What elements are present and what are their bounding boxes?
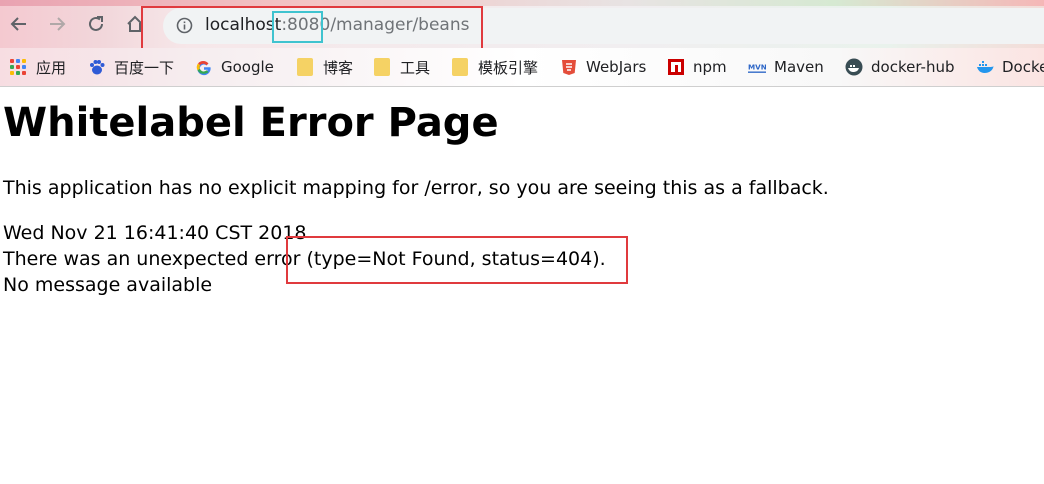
maven-icon: MVN bbox=[748, 63, 766, 73]
bookmark-label: 工具 bbox=[400, 58, 431, 77]
webjars-icon bbox=[562, 60, 576, 75]
folder-icon bbox=[452, 58, 468, 76]
bookmark-webjars[interactable]: WebJars bbox=[560, 57, 646, 77]
bookmark-folder-templates[interactable]: 模板引擎 bbox=[452, 57, 538, 77]
port-highlight-box bbox=[272, 11, 323, 43]
bookmark-label: Google bbox=[221, 58, 274, 76]
bookmark-docker-hub[interactable]: docker-hub bbox=[845, 57, 954, 77]
reload-icon bbox=[89, 16, 103, 31]
bookmark-folder-tools[interactable]: 工具 bbox=[374, 57, 430, 77]
bookmarks-bar: 应用 百度一下 Google 博客 工具 模板引擎 WebJars npm MV… bbox=[0, 48, 1044, 87]
bookmark-npm[interactable]: npm bbox=[667, 57, 727, 77]
bookmark-label: Maven bbox=[774, 58, 824, 76]
status-highlight-box bbox=[286, 236, 628, 284]
bookmark-label: 博客 bbox=[323, 58, 354, 77]
back-button[interactable] bbox=[8, 13, 30, 35]
google-icon bbox=[196, 61, 211, 76]
bookmark-baidu[interactable]: 百度一下 bbox=[88, 57, 174, 77]
page-title: Whitelabel Error Page bbox=[3, 100, 499, 146]
bookmark-maven[interactable]: MVN Maven bbox=[748, 57, 824, 77]
apps-grid-icon bbox=[10, 59, 26, 75]
back-arrow-icon bbox=[10, 17, 26, 31]
error-description: This application has no explicit mapping… bbox=[3, 177, 829, 199]
forward-arrow-icon bbox=[50, 17, 66, 31]
browser-toolbar: localhost:8080/manager/beans bbox=[0, 0, 1044, 50]
bookmark-folder-blog[interactable]: 博客 bbox=[297, 57, 353, 77]
folder-icon bbox=[374, 58, 390, 76]
bookmark-docker[interactable]: Docke bbox=[976, 57, 1044, 77]
bookmark-label: 百度一下 bbox=[114, 58, 175, 77]
bookmark-label: WebJars bbox=[586, 58, 647, 76]
bookmark-apps[interactable]: 应用 bbox=[10, 57, 66, 77]
error-timestamp: Wed Nov 21 16:41:40 CST 2018 bbox=[3, 222, 307, 244]
docker-whale-icon bbox=[977, 61, 994, 73]
reload-button[interactable] bbox=[85, 13, 107, 35]
bookmark-label: docker-hub bbox=[871, 58, 955, 76]
bookmark-google[interactable]: Google bbox=[195, 57, 274, 77]
bookmark-label: 应用 bbox=[36, 58, 67, 77]
baidu-paw-icon bbox=[90, 60, 105, 75]
npm-icon bbox=[668, 59, 684, 75]
bookmark-label: Docke bbox=[1002, 58, 1044, 76]
error-message: No message available bbox=[3, 274, 213, 296]
docker-hub-icon bbox=[845, 58, 863, 76]
forward-button[interactable] bbox=[46, 13, 68, 35]
bookmark-label: 模板引擎 bbox=[478, 58, 539, 77]
svg-text:MVN: MVN bbox=[748, 63, 766, 72]
bookmark-label: npm bbox=[693, 58, 727, 76]
folder-icon bbox=[297, 58, 313, 76]
